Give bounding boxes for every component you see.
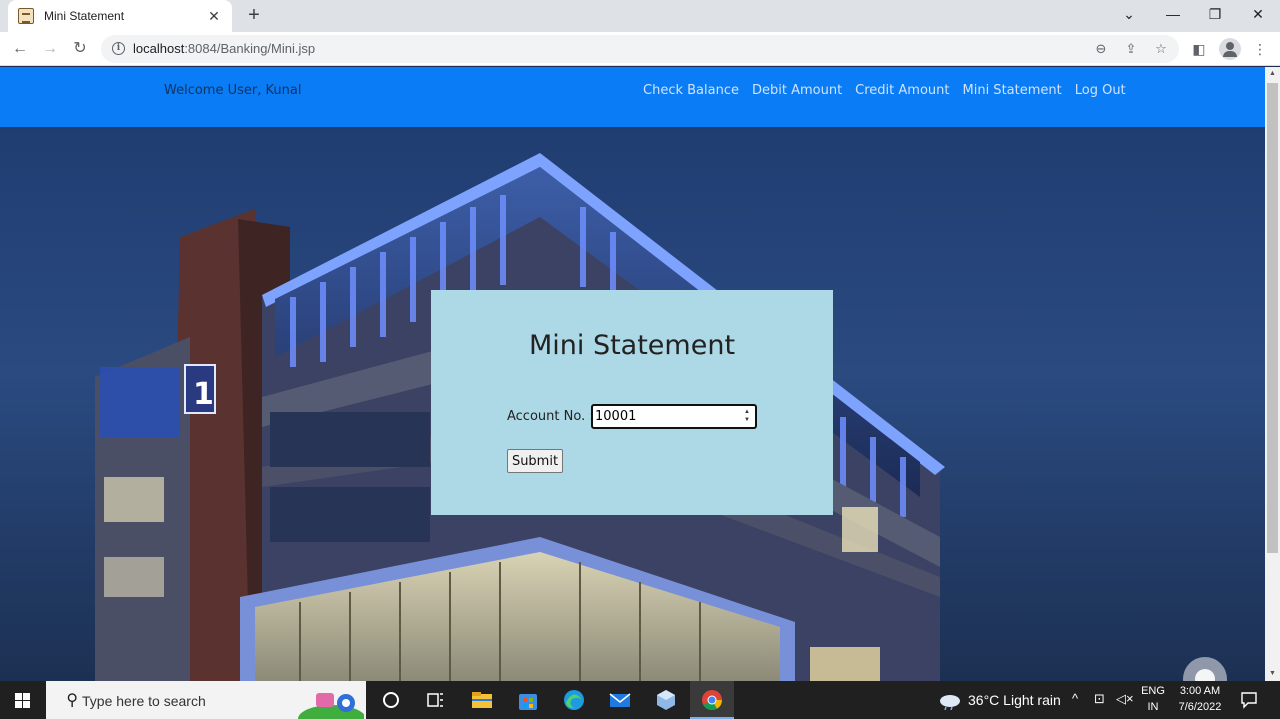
- favicon-icon: [18, 8, 34, 24]
- close-window-button[interactable]: ✕: [1236, 0, 1280, 30]
- edge-icon[interactable]: [560, 686, 588, 714]
- language-top[interactable]: ENG: [1141, 685, 1165, 697]
- top-navbar: Welcome User, Kunal Check Balance Debit …: [0, 67, 1265, 127]
- tab-close-icon[interactable]: ✕: [206, 8, 222, 25]
- profile-icon[interactable]: [1219, 38, 1241, 60]
- network-icon[interactable]: ⊡: [1094, 691, 1105, 707]
- notification-icon[interactable]: [1240, 691, 1258, 709]
- search-placeholder: Type here to search: [82, 693, 206, 709]
- nav-check-balance[interactable]: Check Balance: [643, 83, 739, 98]
- clock-date[interactable]: 7/6/2022: [1172, 701, 1228, 713]
- scroll-down-icon[interactable]: ▼: [1265, 667, 1280, 681]
- clock-time[interactable]: 3:00 AM: [1172, 685, 1228, 697]
- weather-text[interactable]: 36°C Light rain: [968, 692, 1061, 708]
- svg-text:1: 1: [193, 377, 214, 412]
- info-icon[interactable]: i: [112, 42, 125, 55]
- page-scrollbar[interactable]: ▲ ▼: [1265, 67, 1280, 681]
- browser-toolbar: ← → ↻ i localhost:8084/Banking/Mini.jsp …: [0, 32, 1280, 66]
- windows-taskbar: ⚲ Type here to search 36°C Light rain ^ …: [0, 681, 1280, 719]
- account-number-input[interactable]: [591, 404, 757, 429]
- nav-mini-statement[interactable]: Mini Statement: [963, 83, 1062, 98]
- browser-tab[interactable]: Mini Statement ✕: [8, 0, 232, 32]
- mini-statement-panel: Mini Statement Account No. : ▲▼ Submit: [431, 290, 833, 515]
- sidepanel-icon[interactable]: ◧: [1187, 37, 1211, 61]
- language-bottom[interactable]: IN: [1141, 701, 1165, 713]
- page-title: Mini Statement: [528, 330, 736, 361]
- page-viewport: 1 Welcome User, Kunal Check Balance Debi…: [0, 67, 1265, 681]
- tab-title: Mini Statement: [44, 9, 125, 23]
- back-arrow-icon[interactable]: ←: [8, 37, 32, 61]
- chrome-taskbar-button[interactable]: [690, 681, 734, 719]
- app-icon[interactable]: [652, 686, 680, 714]
- file-explorer-icon[interactable]: [468, 686, 496, 714]
- share-icon[interactable]: ⇪: [1121, 39, 1141, 59]
- tray-chevron-icon[interactable]: ^: [1072, 691, 1078, 706]
- welcome-text: Welcome User, Kunal: [164, 83, 302, 98]
- weather-icon: [940, 695, 960, 710]
- volume-muted-icon[interactable]: ◁×: [1116, 691, 1134, 707]
- menu-icon[interactable]: ⋮: [1248, 37, 1272, 61]
- account-number-label: Account No. :: [507, 409, 594, 424]
- taskbar-search[interactable]: ⚲ Type here to search: [46, 681, 366, 719]
- url-text[interactable]: localhost:8084/Banking/Mini.jsp: [133, 41, 315, 56]
- windows-icon[interactable]: [0, 681, 46, 719]
- tab-search-icon[interactable]: ⌄: [1107, 0, 1151, 30]
- star-icon[interactable]: ☆: [1151, 39, 1171, 59]
- mail-icon[interactable]: [606, 686, 634, 714]
- zoom-icon[interactable]: ⊖: [1091, 39, 1111, 59]
- new-tab-button[interactable]: +: [243, 4, 265, 26]
- tab-strip: Mini Statement ✕ + ⌄ — ❐ ✕: [0, 0, 1280, 32]
- store-icon[interactable]: [514, 686, 542, 714]
- restore-button[interactable]: ❐: [1193, 0, 1237, 30]
- nav-links: Check Balance Debit Amount Credit Amount…: [643, 83, 1126, 98]
- nav-debit-amount[interactable]: Debit Amount: [752, 83, 842, 98]
- nav-log-out[interactable]: Log Out: [1075, 83, 1126, 98]
- cortana-icon[interactable]: [377, 686, 405, 714]
- search-icon: ⚲: [66, 692, 78, 709]
- task-view-icon[interactable]: [421, 686, 449, 714]
- minimize-button[interactable]: —: [1151, 0, 1195, 30]
- reload-icon[interactable]: ↻: [68, 37, 92, 61]
- nav-credit-amount[interactable]: Credit Amount: [855, 83, 949, 98]
- search-highlight-icon: [298, 693, 364, 719]
- scroll-up-icon[interactable]: ▲: [1265, 67, 1280, 81]
- submit-button[interactable]: Submit: [507, 449, 563, 473]
- number-spinner-icon[interactable]: ▲ ▼: [741, 408, 753, 426]
- chrome-icon: [690, 690, 734, 719]
- scroll-thumb[interactable]: [1267, 83, 1278, 553]
- forward-arrow-icon[interactable]: →: [38, 37, 62, 61]
- address-bar[interactable]: i localhost:8084/Banking/Mini.jsp ⊖ ⇪ ☆: [101, 35, 1179, 63]
